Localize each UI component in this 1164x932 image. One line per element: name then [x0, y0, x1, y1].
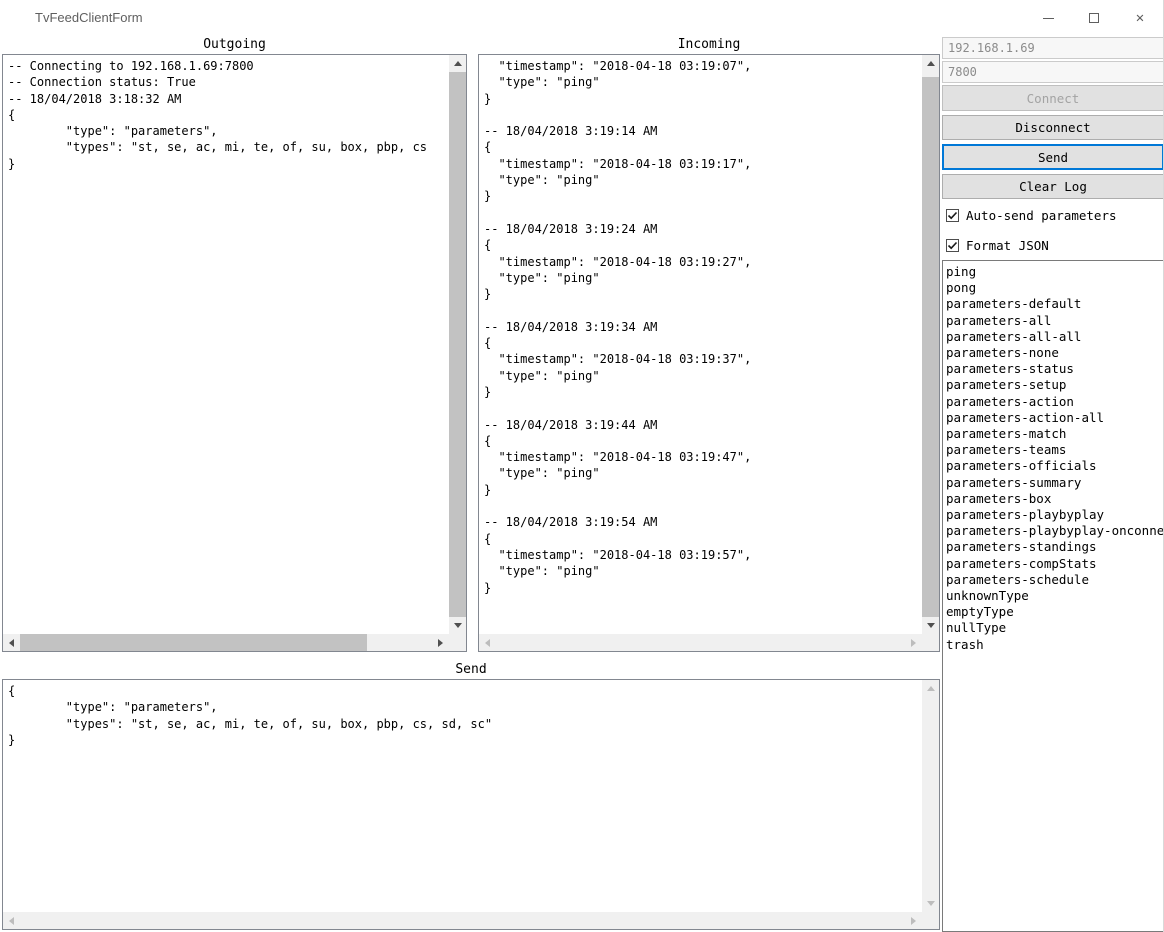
list-item[interactable]: unknownType: [946, 588, 1163, 604]
list-item[interactable]: parameters-status: [946, 361, 1163, 377]
port-input[interactable]: [942, 61, 1163, 83]
close-button[interactable]: ✕: [1117, 0, 1163, 36]
scrollbar-corner: [449, 634, 466, 651]
scrollbar-left-icon: [479, 634, 496, 651]
connect-button[interactable]: Connect: [942, 85, 1163, 111]
send-panel-label: Send: [455, 662, 487, 677]
outgoing-horizontal-scrollbar[interactable]: [3, 634, 449, 651]
scrollbar-up-icon[interactable]: [449, 55, 466, 72]
window-controls: ✕: [1025, 0, 1163, 36]
list-item[interactable]: parameters-playbyplay-onconne: [946, 523, 1163, 539]
checkbox-label: Auto-send parameters: [966, 207, 1117, 223]
scrollbar-left-icon: [3, 912, 20, 929]
list-item[interactable]: emptyType: [946, 604, 1163, 620]
scrollbar-corner: [922, 912, 939, 929]
close-icon: ✕: [1135, 10, 1145, 26]
app-window: TvFeedClientForm ✕ Outgoing Incoming Sen…: [0, 0, 1164, 932]
auto-send-checkbox[interactable]: Auto-send parameters: [946, 207, 1117, 223]
send-vertical-scrollbar: [922, 680, 939, 912]
scrollbar-thumb[interactable]: [20, 634, 367, 651]
list-item[interactable]: nullType: [946, 620, 1163, 636]
outgoing-vertical-scrollbar[interactable]: [449, 55, 466, 634]
list-item[interactable]: parameters-all-all: [946, 329, 1163, 345]
check-icon: [947, 241, 958, 249]
checkbox-checked-icon: [946, 208, 959, 222]
list-item[interactable]: trash: [946, 637, 1163, 653]
list-item[interactable]: parameters-teams: [946, 442, 1163, 458]
send-button[interactable]: Send: [942, 144, 1163, 170]
list-item[interactable]: parameters-all: [946, 313, 1163, 329]
minimize-button[interactable]: [1025, 0, 1071, 36]
scrollbar-left-icon[interactable]: [3, 634, 20, 651]
list-item[interactable]: parameters-box: [946, 491, 1163, 507]
scrollbar-right-icon: [905, 634, 922, 651]
disconnect-button[interactable]: Disconnect: [942, 115, 1163, 140]
check-icon: [947, 211, 958, 219]
checkbox-label: Format JSON: [966, 237, 1049, 253]
incoming-label: Incoming: [677, 37, 741, 52]
minimize-icon: [1042, 17, 1054, 19]
list-item[interactable]: parameters-playbyplay: [946, 507, 1163, 523]
incoming-log[interactable]: "timestamp": "2018-04-18 03:19:07", "typ…: [478, 54, 940, 652]
list-item[interactable]: parameters-officials: [946, 458, 1163, 474]
list-item[interactable]: parameters-action-all: [946, 410, 1163, 426]
list-item[interactable]: parameters-schedule: [946, 572, 1163, 588]
scrollbar-up-icon: [922, 680, 939, 697]
outgoing-log-text[interactable]: -- Connecting to 192.168.1.69:7800 -- Co…: [3, 55, 449, 634]
format-json-checkbox[interactable]: Format JSON: [946, 237, 1049, 253]
send-editor-text[interactable]: { "type": "parameters", "types": "st, se…: [3, 680, 922, 912]
list-item[interactable]: parameters-summary: [946, 475, 1163, 491]
incoming-vertical-scrollbar[interactable]: [922, 55, 939, 634]
outgoing-log[interactable]: -- Connecting to 192.168.1.69:7800 -- Co…: [2, 54, 467, 652]
list-item-ping[interactable]: ping: [946, 264, 1163, 280]
message-type-list[interactable]: ping pong parameters-default parameters-…: [942, 260, 1163, 932]
scrollbar-down-icon: [922, 895, 939, 912]
title-bar: TvFeedClientForm ✕: [0, 0, 1163, 36]
maximize-button[interactable]: [1071, 0, 1117, 36]
incoming-log-text[interactable]: "timestamp": "2018-04-18 03:19:07", "typ…: [479, 55, 922, 634]
checkbox-checked-icon: [946, 238, 959, 252]
list-item[interactable]: parameters-default: [946, 296, 1163, 312]
scrollbar-right-icon: [905, 912, 922, 929]
send-horizontal-scrollbar: [3, 912, 922, 929]
list-item[interactable]: parameters-action: [946, 394, 1163, 410]
host-input[interactable]: [942, 37, 1163, 59]
window-title: TvFeedClientForm: [35, 10, 143, 25]
scrollbar-down-icon[interactable]: [922, 617, 939, 634]
scrollbar-right-icon[interactable]: [432, 634, 449, 651]
connection-sidebar: Connect Disconnect Send Clear Log Auto-s…: [942, 36, 1163, 932]
list-item-pong[interactable]: pong: [946, 280, 1163, 296]
scrollbar-thumb[interactable]: [922, 77, 939, 617]
list-item[interactable]: parameters-match: [946, 426, 1163, 442]
maximize-icon: [1089, 13, 1099, 23]
list-item[interactable]: parameters-setup: [946, 377, 1163, 393]
scrollbar-down-icon[interactable]: [449, 617, 466, 634]
clear-log-button[interactable]: Clear Log: [942, 174, 1163, 199]
incoming-horizontal-scrollbar: [479, 634, 922, 651]
scrollbar-thumb[interactable]: [449, 72, 466, 617]
list-item[interactable]: parameters-compStats: [946, 556, 1163, 572]
list-item[interactable]: parameters-standings: [946, 539, 1163, 555]
scrollbar-up-icon[interactable]: [922, 55, 939, 72]
list-item[interactable]: parameters-none: [946, 345, 1163, 361]
send-editor[interactable]: { "type": "parameters", "types": "st, se…: [2, 679, 940, 930]
scrollbar-corner: [922, 634, 939, 651]
outgoing-label: Outgoing: [203, 37, 266, 52]
